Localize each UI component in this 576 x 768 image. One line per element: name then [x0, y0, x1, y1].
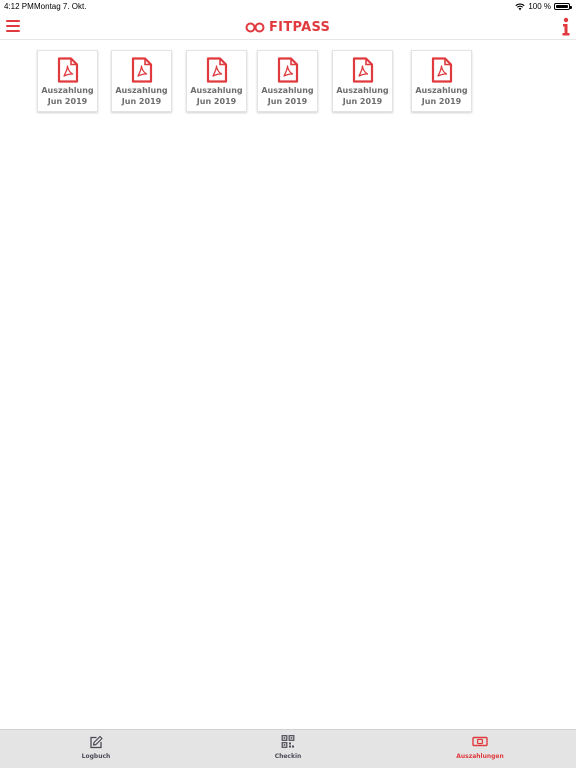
payout-document[interactable]: Auszahlung Jun 2019 — [257, 50, 318, 112]
wifi-icon — [515, 3, 525, 10]
document-title: Auszahlung — [190, 86, 243, 95]
payout-document[interactable]: Auszahlung Jun 2019 — [186, 50, 247, 112]
payout-document[interactable]: Auszahlung Jun 2019 — [332, 50, 393, 112]
pdf-icon — [277, 57, 299, 83]
tab-label: Checkin — [274, 753, 302, 760]
info-icon[interactable] — [561, 17, 571, 37]
pdf-icon — [206, 57, 228, 83]
document-title: Auszahlung — [261, 86, 314, 95]
status-right: 100 % — [515, 2, 572, 11]
pdf-icon — [352, 57, 374, 83]
pdf-icon — [131, 57, 153, 83]
document-title: Auszahlung — [41, 86, 94, 95]
document-period: Jun 2019 — [421, 97, 462, 106]
qr-code-icon — [281, 735, 295, 748]
status-date: Montag 7. Okt. — [34, 2, 87, 11]
status-bar: 4:12 PM Montag 7. Okt. 100 % — [0, 0, 576, 14]
tab-bar: Logbuch Checkin Auszahlungen — [0, 729, 576, 768]
document-period: Jun 2019 — [267, 97, 308, 106]
document-period: Jun 2019 — [121, 97, 162, 106]
infinity-logo-icon — [245, 22, 265, 33]
nav-bar: FITPASS — [0, 14, 576, 40]
payout-document[interactable]: Auszahlung Jun 2019 — [37, 50, 98, 112]
tab-label: Auszahlungen — [456, 753, 504, 760]
battery-percent: 100 % — [528, 2, 551, 11]
payout-document[interactable]: Auszahlung Jun 2019 — [411, 50, 472, 112]
battery-icon — [554, 3, 572, 10]
document-period: Jun 2019 — [342, 97, 383, 106]
tab-checkin[interactable]: Checkin — [192, 730, 384, 768]
document-title: Auszahlung — [336, 86, 389, 95]
document-title: Auszahlung — [115, 86, 168, 95]
hamburger-menu-icon[interactable] — [6, 18, 20, 34]
document-period: Jun 2019 — [47, 97, 88, 106]
document-list: Auszahlung Jun 2019 Auszahlung Jun 2019 Ausz… — [37, 50, 537, 112]
tab-label: Logbuch — [81, 753, 111, 760]
app-logo: FITPASS — [245, 20, 330, 35]
status-time: 4:12 PM — [4, 2, 34, 11]
logo-text: FITPASS — [269, 20, 331, 35]
edit-icon — [90, 735, 103, 749]
pdf-icon — [431, 57, 453, 83]
payout-document[interactable]: Auszahlung Jun 2019 — [111, 50, 172, 112]
document-period: Jun 2019 — [196, 97, 237, 106]
document-title: Auszahlung — [415, 86, 468, 95]
tab-auszahlungen[interactable]: Auszahlungen — [384, 730, 576, 768]
banknote-icon — [472, 736, 488, 747]
pdf-icon — [57, 57, 79, 83]
tab-logbuch[interactable]: Logbuch — [0, 730, 192, 768]
